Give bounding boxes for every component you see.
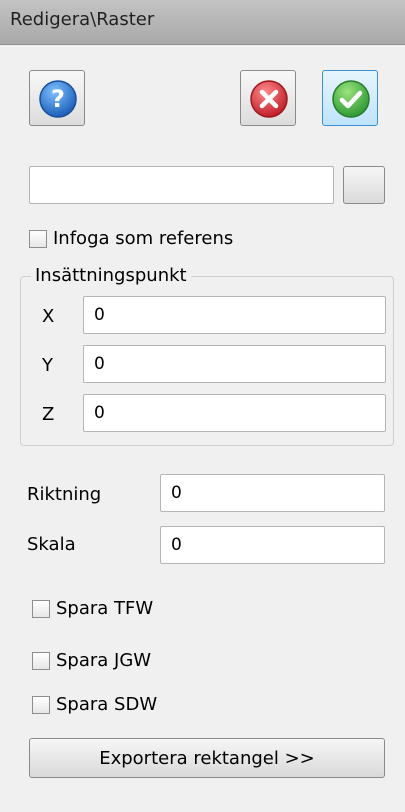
- z-input[interactable]: [83, 394, 386, 432]
- ok-button[interactable]: [322, 70, 378, 126]
- x-label: X: [42, 306, 55, 327]
- title-bar: Redigera\Raster: [0, 0, 405, 45]
- z-label: Z: [42, 404, 55, 425]
- window-title: Redigera\Raster: [10, 9, 155, 30]
- cancel-icon: [250, 80, 288, 118]
- scale-input[interactable]: [160, 526, 385, 564]
- save-tfw-checkbox[interactable]: [32, 599, 50, 618]
- x-input[interactable]: [83, 296, 386, 334]
- insert-as-reference-checkbox[interactable]: [29, 229, 47, 248]
- insert-as-reference-label: Infoga som referens: [53, 228, 234, 249]
- file-path-input[interactable]: [29, 166, 334, 204]
- save-tfw-option[interactable]: Spara TFW: [32, 598, 153, 619]
- checkmark-icon: [332, 80, 370, 118]
- scale-label: Skala: [27, 534, 76, 555]
- y-input[interactable]: [83, 345, 386, 383]
- save-jgw-checkbox[interactable]: [32, 651, 50, 670]
- save-sdw-checkbox[interactable]: [32, 695, 50, 714]
- direction-label: Riktning: [27, 484, 102, 505]
- direction-input[interactable]: [160, 474, 385, 512]
- help-button[interactable]: ?: [29, 70, 85, 126]
- svg-text:?: ?: [51, 85, 65, 113]
- browse-button[interactable]: [343, 166, 385, 204]
- save-tfw-label: Spara TFW: [56, 598, 154, 619]
- save-sdw-label: Spara SDW: [56, 694, 158, 715]
- cancel-button[interactable]: [240, 70, 296, 126]
- help-icon: ?: [39, 80, 77, 118]
- insertion-point-legend: Insättningspunkt: [31, 265, 191, 286]
- save-jgw-label: Spara JGW: [56, 650, 152, 671]
- y-label: Y: [42, 355, 53, 376]
- insert-as-reference-option[interactable]: Infoga som referens: [29, 228, 233, 249]
- save-sdw-option[interactable]: Spara SDW: [32, 694, 157, 715]
- save-jgw-option[interactable]: Spara JGW: [32, 650, 151, 671]
- export-rectangle-label: Exportera rektangel >>: [99, 747, 315, 769]
- export-rectangle-button[interactable]: Exportera rektangel >>: [29, 738, 385, 778]
